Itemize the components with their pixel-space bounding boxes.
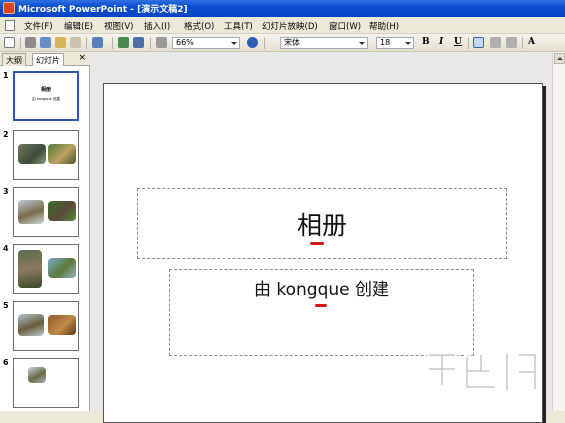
powerpoint-icon	[3, 2, 15, 14]
photo-thumbnail	[48, 258, 76, 278]
photo-thumbnail	[18, 314, 44, 336]
slide-thumbnail-2[interactable]	[13, 130, 79, 180]
slide-thumbnail-1[interactable]: 相册 由 kongque 创建	[13, 71, 79, 121]
subtitle-placeholder[interactable]: 由 kongque 创建	[169, 269, 474, 356]
undo-icon[interactable]	[92, 37, 103, 48]
tab-outline[interactable]: 大纲	[2, 53, 26, 66]
slide-number: 5	[3, 301, 9, 310]
menu-slideshow[interactable]: 幻灯片放映(D)	[262, 20, 318, 32]
slide-thumbnail-6[interactable]	[13, 358, 79, 408]
menu-format[interactable]: 格式(O)	[184, 20, 214, 32]
menu-edit[interactable]: 编辑(E)	[64, 20, 93, 32]
menu-help[interactable]: 帮助(H)	[369, 20, 399, 32]
photo-thumbnail	[48, 315, 76, 335]
toolbar: 66% 宋体 18 B I U A	[0, 34, 565, 52]
slides-pane: 大纲 幻灯片 × 1 相册 由 kongque 创建 2 3 4 5 6	[0, 52, 90, 411]
increase-font-icon[interactable]: A	[528, 37, 535, 47]
toolbar-separator	[20, 37, 21, 49]
thumbnail-title: 相册	[40, 87, 51, 93]
toolbar-separator	[468, 37, 469, 49]
font-combo[interactable]: 宋体	[280, 37, 368, 49]
scroll-up-icon[interactable]	[554, 53, 565, 64]
spelling-mark	[310, 242, 324, 245]
photo-thumbnail	[18, 200, 44, 224]
numbering-icon[interactable]	[490, 37, 501, 48]
underline-button[interactable]: U	[454, 37, 462, 47]
slide-number: 6	[3, 358, 9, 367]
toolbar-separator	[150, 37, 151, 49]
chevron-down-icon[interactable]	[358, 39, 366, 47]
watermark-logo	[426, 350, 538, 394]
font-value: 宋体	[284, 38, 300, 47]
print-icon[interactable]	[25, 37, 36, 48]
spelling-mark	[315, 304, 327, 307]
menu-bar: 文件(F) 编辑(E) 视图(V) 插入(I) 格式(O) 工具(T) 幻灯片放…	[0, 17, 565, 34]
slide-number: 3	[3, 187, 9, 196]
new-icon[interactable]	[4, 37, 15, 48]
slide-number: 2	[3, 130, 9, 139]
chevron-down-icon[interactable]	[230, 39, 238, 47]
copy-icon[interactable]	[40, 37, 51, 48]
slide-subtitle: 由 kongque 创建	[253, 280, 390, 300]
photo-thumbnail	[48, 201, 76, 221]
pane-tabs: 大纲 幻灯片 ×	[0, 52, 90, 66]
thumbnail-subtitle: 由 kongque 创建	[32, 97, 60, 101]
slide-title: 相册	[296, 211, 347, 240]
menu-file[interactable]: 文件(F)	[24, 20, 53, 32]
italic-button[interactable]: I	[439, 37, 443, 47]
insert-chart-icon[interactable]	[118, 37, 129, 48]
window-title: Microsoft PowerPoint - [演示文稿2]	[18, 5, 188, 15]
photo-thumbnail	[28, 367, 46, 383]
grid-icon[interactable]	[156, 37, 167, 48]
zoom-value: 66%	[176, 38, 194, 47]
toolbar-separator	[86, 37, 87, 49]
toolbar-separator	[112, 37, 113, 49]
slide-thumbnail-3[interactable]	[13, 187, 79, 237]
slide-number: 4	[3, 244, 9, 253]
toolbar-separator	[522, 37, 523, 49]
document-icon[interactable]	[5, 20, 15, 31]
title-placeholder[interactable]: 相册	[137, 188, 507, 259]
slide-thumbnail-4[interactable]	[13, 244, 79, 294]
help-icon[interactable]	[247, 37, 258, 48]
photo-thumbnail	[48, 144, 76, 164]
font-size-value: 18	[380, 38, 391, 47]
zoom-combo[interactable]: 66%	[172, 37, 240, 49]
menu-view[interactable]: 视图(V)	[104, 20, 133, 32]
insert-table-icon[interactable]	[133, 37, 144, 48]
menu-insert[interactable]: 插入(I)	[144, 20, 170, 32]
close-icon[interactable]: ×	[78, 53, 86, 63]
paste-icon[interactable]	[55, 37, 66, 48]
chevron-down-icon[interactable]	[404, 39, 412, 47]
slide-number: 1	[3, 71, 9, 80]
align-left-icon[interactable]	[473, 37, 484, 48]
menu-window[interactable]: 窗口(W)	[329, 20, 361, 32]
bullets-icon[interactable]	[506, 37, 517, 48]
tab-slides[interactable]: 幻灯片	[32, 53, 64, 66]
photo-thumbnail	[18, 250, 42, 288]
title-bar: Microsoft PowerPoint - [演示文稿2]	[0, 0, 565, 17]
slide-thumbnail-5[interactable]	[13, 301, 79, 351]
photo-thumbnail	[18, 144, 46, 164]
bold-button[interactable]: B	[422, 37, 430, 47]
toolbar-separator	[264, 37, 265, 49]
font-size-combo[interactable]: 18	[376, 37, 414, 49]
menu-tools[interactable]: 工具(T)	[224, 20, 253, 32]
format-painter-icon[interactable]	[70, 37, 81, 48]
